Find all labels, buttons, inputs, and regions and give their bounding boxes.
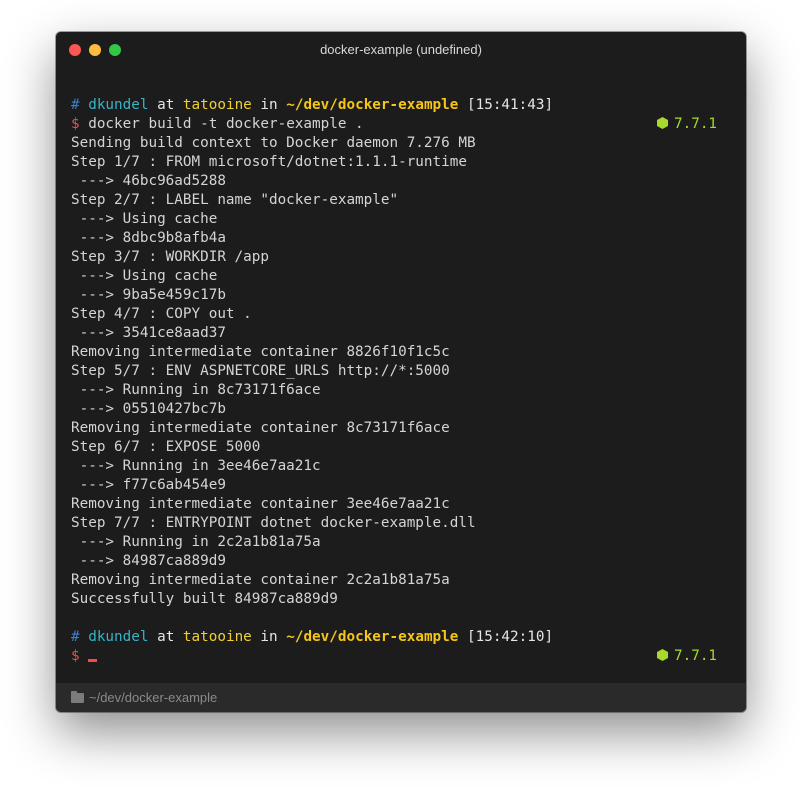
output-line: Step 3/7 : WORKDIR /app (71, 249, 269, 265)
folder-icon (71, 691, 84, 703)
output-line: ---> Running in 3ee46e7aa21c (71, 458, 321, 474)
prompt-dollar: $ (71, 648, 80, 664)
status-bar: ~/dev/docker-example (56, 683, 746, 712)
output-line: Step 4/7 : COPY out . (71, 306, 252, 322)
build-output: Sending build context to Docker daemon 7… (71, 134, 741, 609)
output-line: ---> 9ba5e459c17b (71, 287, 226, 303)
output-line: ---> Using cache (71, 268, 218, 284)
prompt-user: dkundel (88, 629, 149, 645)
prompt-line: # dkundel at tatooine in ~/dev/docker-ex… (71, 628, 741, 647)
text-cursor[interactable] (88, 659, 98, 662)
prompt-time: [15:41:43] (467, 97, 554, 113)
output-line: Removing intermediate container 8826f10f… (71, 344, 450, 360)
node-version-badge: 7.7.1 (657, 647, 717, 666)
output-line: Step 2/7 : LABEL name "docker-example" (71, 192, 399, 208)
output-line: Step 1/7 : FROM microsoft/dotnet:1.1.1-r… (71, 154, 467, 170)
node-version-text: 7.7.1 (674, 116, 718, 132)
prompt-dollar: $ (71, 116, 80, 132)
output-line: ---> Running in 2c2a1b81a75a (71, 534, 321, 550)
output-line: ---> 05510427bc7b (71, 401, 226, 417)
prompt-hash: # (71, 97, 80, 113)
output-line: ---> 3541ce8aad37 (71, 325, 226, 341)
output-line: Step 5/7 : ENV ASPNETCORE_URLS http://*:… (71, 363, 450, 379)
command-line[interactable]: $ 7.7.1 (71, 647, 741, 666)
output-line: ---> 46bc96ad5288 (71, 173, 226, 189)
prompt-at: at (157, 97, 175, 113)
prompt-in: in (260, 97, 278, 113)
nodejs-hexagon-icon (657, 649, 668, 661)
output-line: ---> f77c6ab454e9 (71, 477, 226, 493)
nodejs-hexagon-icon (657, 117, 668, 129)
status-path: ~/dev/docker-example (89, 690, 218, 705)
prompt-line: # dkundel at tatooine in ~/dev/docker-ex… (71, 96, 741, 115)
node-version-badge: 7.7.1 (657, 115, 717, 134)
node-version-text: 7.7.1 (674, 648, 718, 664)
output-line: Successfully built 84987ca889d9 (71, 591, 338, 607)
prompt-time: [15:42:10] (467, 629, 554, 645)
terminal-window: docker-example (undefined) # dkundel at … (56, 32, 746, 712)
prompt-path: ~/dev/docker-example (286, 629, 459, 645)
prompt-user: dkundel (88, 97, 149, 113)
output-line: ---> Using cache (71, 211, 218, 227)
output-line: ---> 8dbc9b8afb4a (71, 230, 226, 246)
window-title: docker-example (undefined) (320, 42, 482, 57)
output-line: Removing intermediate container 8c73171f… (71, 420, 450, 436)
command-text: docker build -t docker-example . (88, 116, 364, 132)
title-bar[interactable]: docker-example (undefined) (56, 32, 746, 68)
prompt-path: ~/dev/docker-example (286, 97, 459, 113)
output-line: Removing intermediate container 2c2a1b81… (71, 572, 450, 588)
output-line: ---> 84987ca889d9 (71, 553, 226, 569)
terminal-output[interactable]: # dkundel at tatooine in ~/dev/docker-ex… (71, 96, 741, 666)
prompt-hash: # (71, 629, 80, 645)
prompt-in: in (260, 629, 278, 645)
output-line: Sending build context to Docker daemon 7… (71, 135, 476, 151)
output-line: Removing intermediate container 3ee46e7a… (71, 496, 450, 512)
output-line: Step 6/7 : EXPOSE 5000 (71, 439, 261, 455)
prompt-host: tatooine (182, 629, 252, 645)
output-line: ---> Running in 8c73171f6ace (71, 382, 321, 398)
prompt-at: at (157, 629, 175, 645)
command-line: $ docker build -t docker-example . 7.7.1 (71, 115, 741, 134)
output-line: Step 7/7 : ENTRYPOINT dotnet docker-exam… (71, 515, 476, 531)
prompt-host: tatooine (182, 97, 252, 113)
